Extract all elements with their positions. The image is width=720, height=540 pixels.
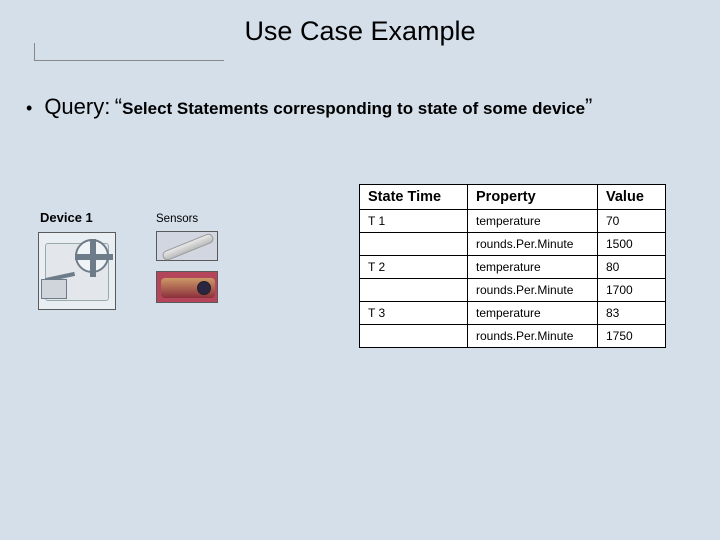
cell-state-time: T 3 — [360, 302, 468, 325]
sensors-label: Sensors — [156, 213, 198, 225]
cell-property: temperature — [468, 210, 598, 233]
query-label: Query: — [44, 94, 110, 119]
table-row: rounds.Per.Minute 1750 — [360, 325, 666, 348]
cell-value: 1500 — [598, 233, 666, 256]
bullet-icon: • — [26, 99, 32, 117]
cell-state-time — [360, 279, 468, 302]
cell-property: rounds.Per.Minute — [468, 325, 598, 348]
table-row: T 2 temperature 80 — [360, 256, 666, 279]
table-row: rounds.Per.Minute 1700 — [360, 279, 666, 302]
title-underline — [34, 60, 224, 61]
cell-value: 1750 — [598, 325, 666, 348]
device-label: Device 1 — [40, 210, 93, 225]
cell-property: rounds.Per.Minute — [468, 279, 598, 302]
table-header-row: State Time Property Value — [360, 185, 666, 210]
cell-value: 83 — [598, 302, 666, 325]
table-row: T 3 temperature 83 — [360, 302, 666, 325]
cell-state-time — [360, 233, 468, 256]
cell-value: 80 — [598, 256, 666, 279]
cell-value: 70 — [598, 210, 666, 233]
cell-property: temperature — [468, 302, 598, 325]
cell-state-time — [360, 325, 468, 348]
state-table: State Time Property Value T 1 temperatur… — [359, 184, 666, 348]
cell-property: rounds.Per.Minute — [468, 233, 598, 256]
table-row: T 1 temperature 70 — [360, 210, 666, 233]
sensor-image-2 — [156, 271, 218, 303]
query-text: Select Statements corresponding to state… — [122, 99, 585, 118]
query-bullet: • Query: “Select Statements correspondin… — [26, 94, 592, 120]
device-image — [38, 232, 116, 310]
cell-property: temperature — [468, 256, 598, 279]
cell-value: 1700 — [598, 279, 666, 302]
th-state-time: State Time — [360, 185, 468, 210]
page-title: Use Case Example — [244, 16, 475, 46]
sensor-image-1 — [156, 231, 218, 261]
cell-state-time: T 1 — [360, 210, 468, 233]
close-quote: ” — [585, 94, 592, 119]
th-property: Property — [468, 185, 598, 210]
table-row: rounds.Per.Minute 1500 — [360, 233, 666, 256]
th-value: Value — [598, 185, 666, 210]
cell-state-time: T 2 — [360, 256, 468, 279]
